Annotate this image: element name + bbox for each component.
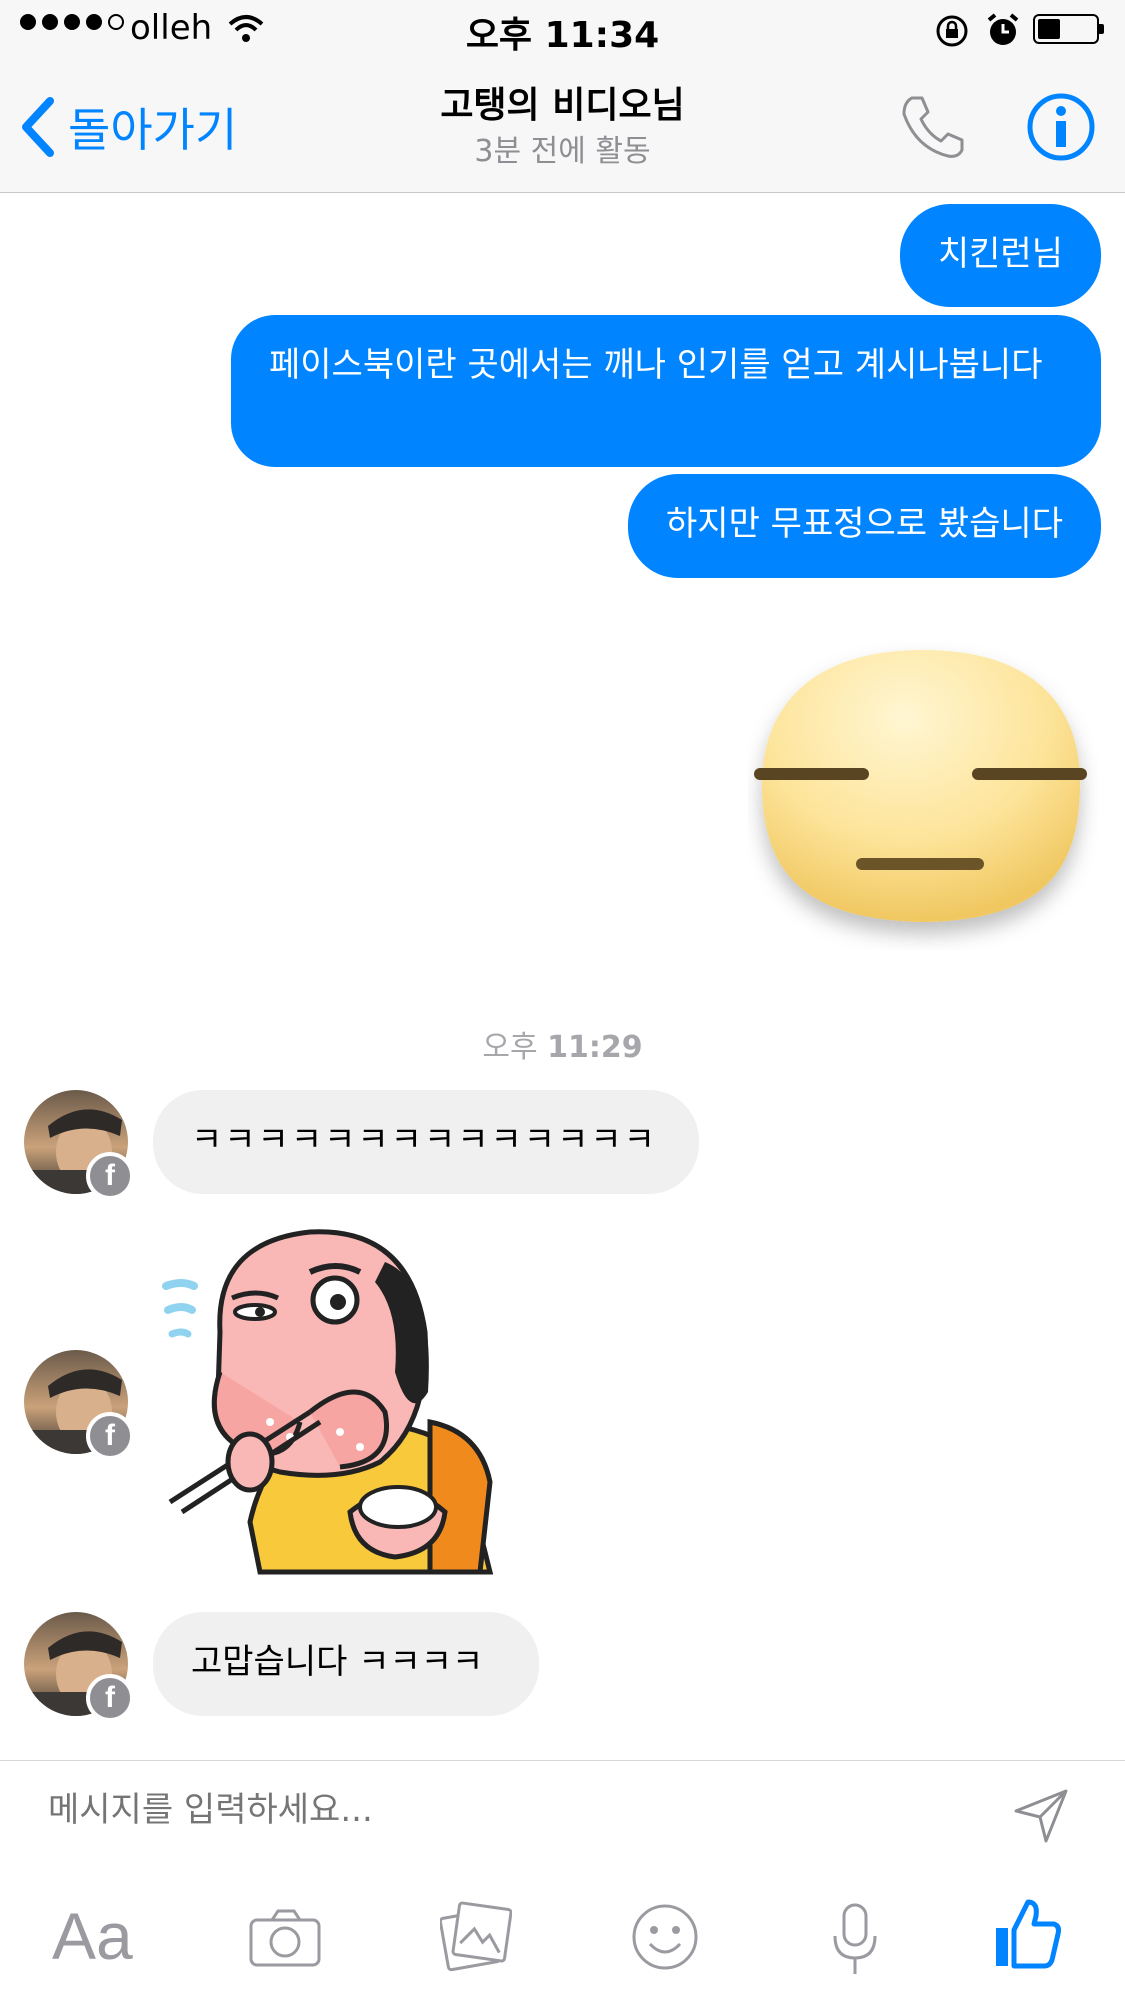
emoji-icon[interactable]: [630, 1902, 700, 1972]
phone-icon[interactable]: [898, 92, 968, 162]
avatar[interactable]: f: [24, 1350, 134, 1460]
avatar[interactable]: f: [24, 1612, 134, 1722]
rotation-lock-icon: [936, 15, 968, 47]
outgoing-message[interactable]: 하지만 무표정으로 봤습니다: [628, 474, 1101, 578]
incoming-message[interactable]: 고맙습니다 ㅋㅋㅋㅋ: [153, 1612, 539, 1716]
status-bar: olleh 오후 11:34: [0, 0, 1125, 62]
facebook-badge-icon: f: [86, 1674, 134, 1722]
facebook-badge-icon: f: [86, 1412, 134, 1460]
send-icon[interactable]: [1010, 1785, 1072, 1847]
eating-rice-sticker[interactable]: [160, 1222, 510, 1582]
message-input[interactable]: [48, 1790, 948, 1830]
gallery-icon[interactable]: [440, 1900, 512, 1972]
composer-divider: [0, 1760, 1125, 1761]
like-icon[interactable]: [992, 1896, 1062, 1970]
microphone-icon[interactable]: [830, 1902, 880, 1978]
avatar[interactable]: f: [24, 1090, 134, 1200]
facebook-badge-icon: f: [86, 1152, 134, 1200]
outgoing-message[interactable]: 페이스북이란 곳에서는 깨나 인기를 얻고 계시나봅니다: [231, 315, 1101, 467]
message-timestamp: 오후 11:29: [482, 1030, 643, 1065]
text-button[interactable]: Aa: [52, 1898, 133, 1974]
camera-icon[interactable]: [248, 1908, 322, 1968]
conversation-header: 돌아가기 고탱의 비디오님 3분 전에 활동: [0, 62, 1125, 193]
alarm-icon: [987, 13, 1019, 45]
composer-toolbar: Aa: [0, 1880, 1125, 1990]
battery-icon: [1033, 14, 1104, 44]
incoming-message[interactable]: ㅋㅋㅋㅋㅋㅋㅋㅋㅋㅋㅋㅋㅋㅋ: [153, 1090, 699, 1194]
outgoing-message[interactable]: 치킨런님: [899, 204, 1101, 307]
info-icon[interactable]: [1026, 92, 1096, 162]
expressionless-emoji-sticker[interactable]: [748, 640, 1098, 950]
